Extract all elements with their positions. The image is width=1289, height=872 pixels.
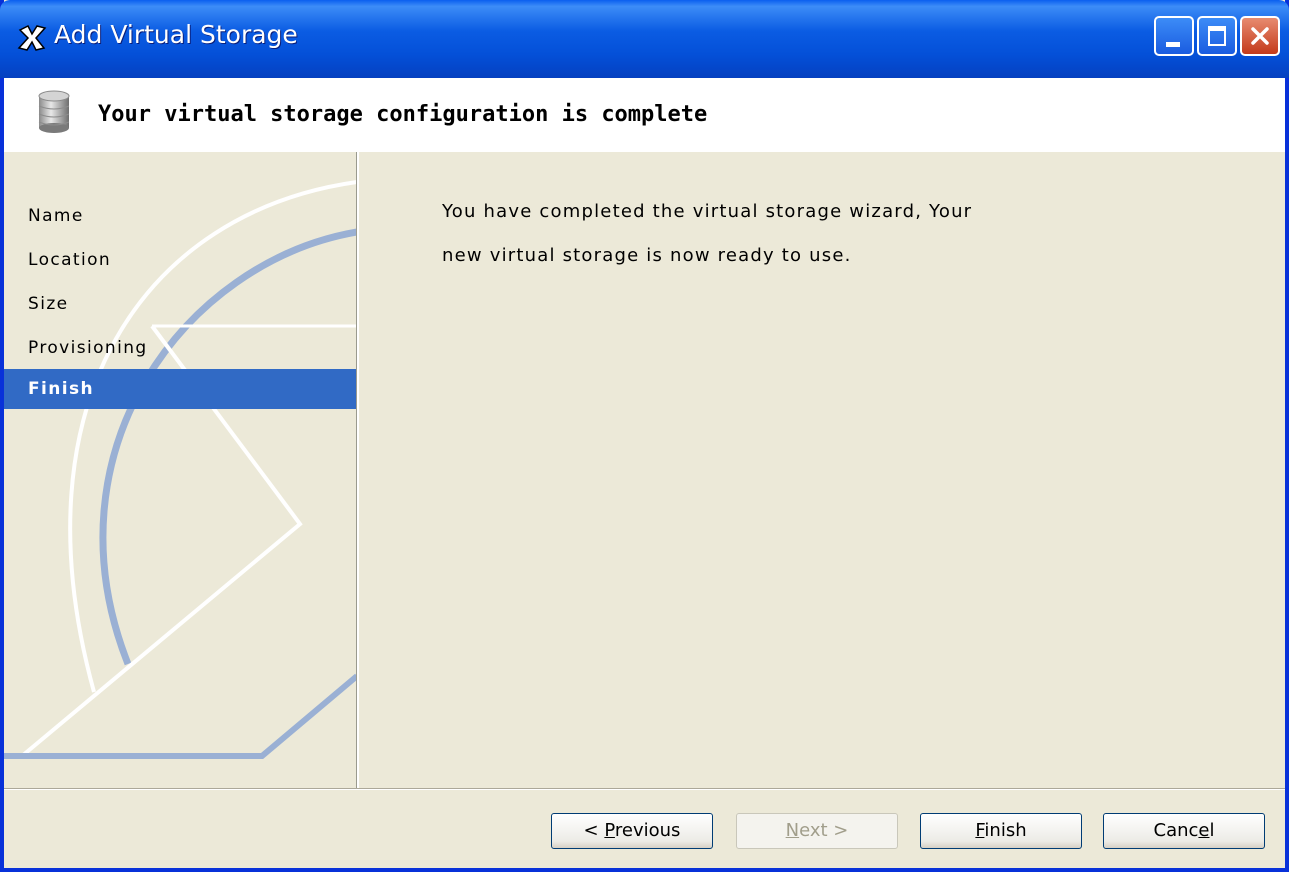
close-icon <box>1251 27 1269 45</box>
page-title: Your virtual storage configuration is co… <box>98 102 708 127</box>
wizard-steps-panel: Name Location Size Provisioning Finish <box>4 152 357 788</box>
minimize-button[interactable] <box>1154 16 1194 56</box>
close-button[interactable] <box>1240 16 1280 56</box>
cancel-button[interactable]: Cancel <box>1103 813 1265 849</box>
step-finish: Finish <box>4 369 357 409</box>
add-virtual-storage-window: Add Virtual Storage Your virtual storage… <box>0 0 1289 872</box>
footer-separator-highlight <box>4 789 1285 790</box>
step-provisioning: Provisioning <box>28 338 148 358</box>
maximize-button[interactable] <box>1197 16 1237 56</box>
message-line-2: new virtual storage is now ready to use. <box>442 245 852 266</box>
step-size: Size <box>28 294 69 314</box>
completion-message: You have completed the virtual storage w… <box>442 190 972 278</box>
step-location: Location <box>28 250 112 270</box>
next-button[interactable]: Next > <box>736 813 898 849</box>
maximize-icon <box>1208 26 1226 46</box>
previous-button[interactable]: < Previous <box>551 813 713 849</box>
window-title: Add Virtual Storage <box>54 20 298 49</box>
database-icon <box>38 90 70 133</box>
wizard-header: Your virtual storage configuration is co… <box>4 78 1285 152</box>
finish-button[interactable]: Finish <box>920 813 1082 849</box>
message-line-1: You have completed the virtual storage w… <box>442 201 973 222</box>
minimize-icon <box>1166 42 1180 47</box>
panel-divider-highlight <box>357 152 359 788</box>
app-x-icon <box>17 24 47 51</box>
step-name: Name <box>28 206 84 226</box>
title-bar[interactable]: Add Virtual Storage <box>0 0 1289 78</box>
